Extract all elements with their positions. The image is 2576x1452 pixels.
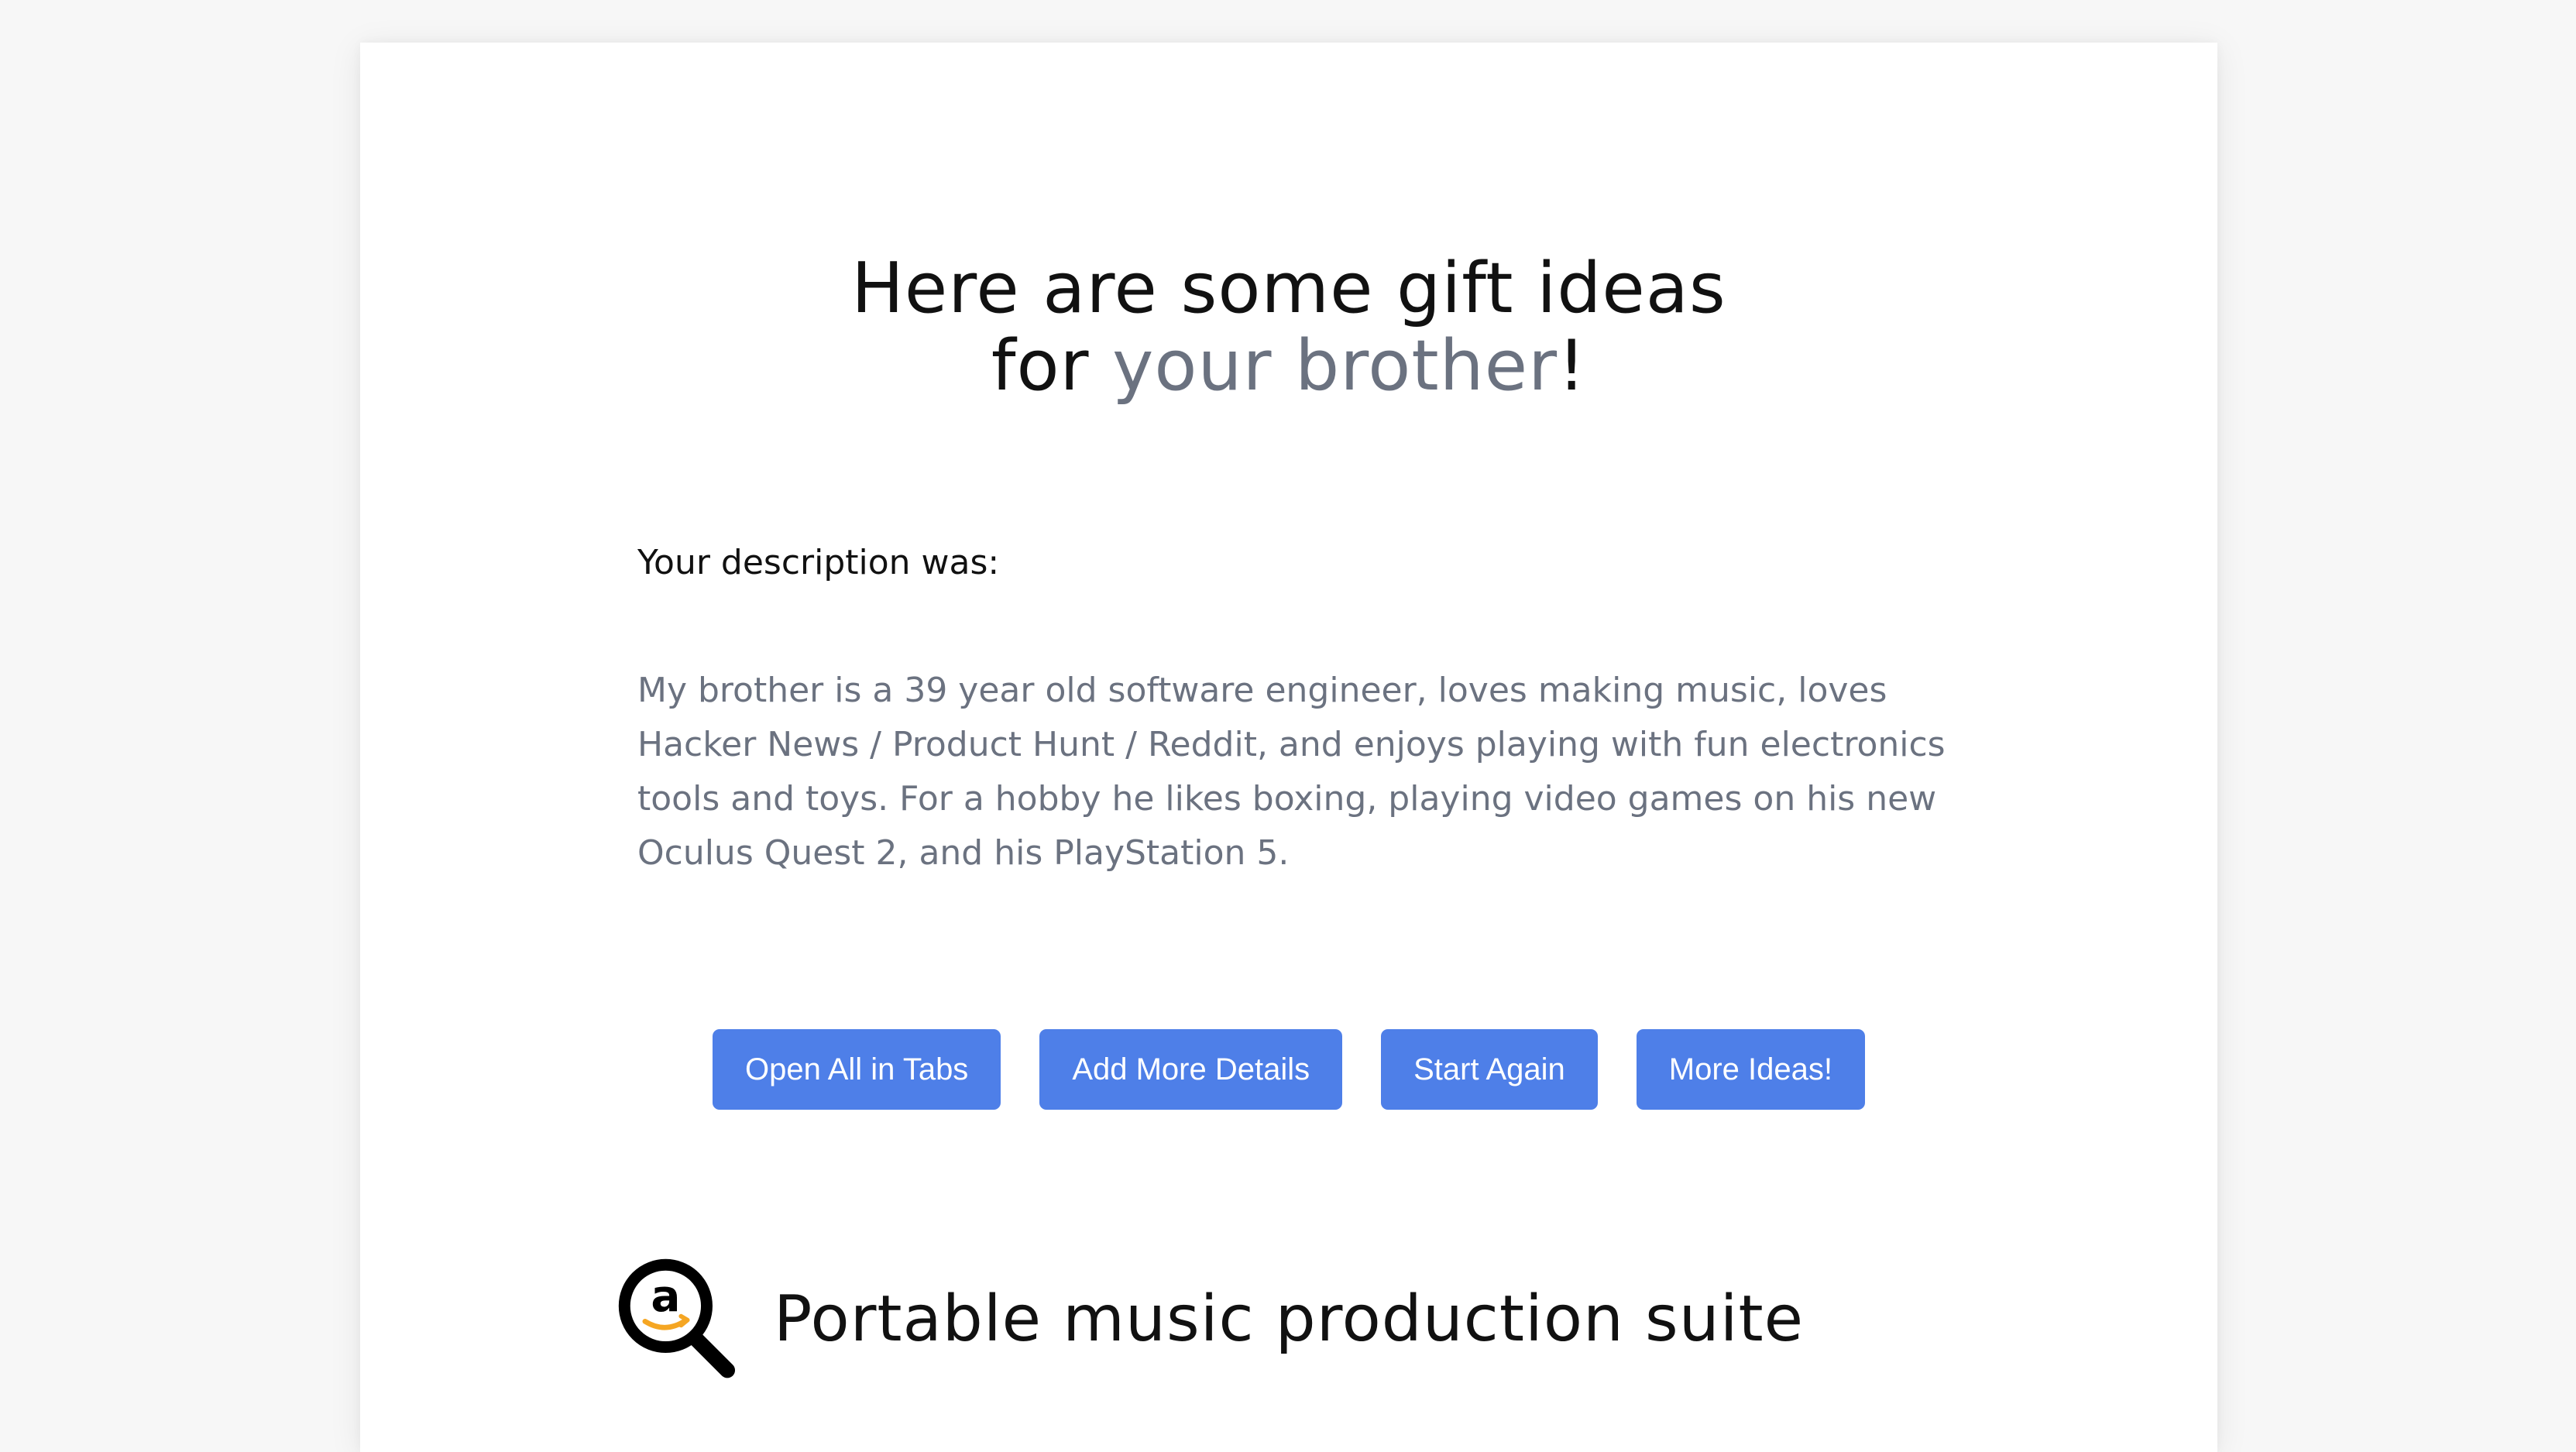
open-all-in-tabs-button[interactable]: Open All in Tabs: [712, 1029, 1001, 1110]
page-title: Here are some gift ideas for your brothe…: [360, 250, 2217, 405]
action-button-row: Open All in Tabs Add More Details Start …: [360, 1029, 2217, 1110]
start-again-button[interactable]: Start Again: [1381, 1029, 1598, 1110]
title-line-1: Here are some gift ideas: [851, 248, 1726, 329]
description-label: Your description was:: [637, 543, 1000, 582]
gift-idea-item[interactable]: a Portable music production suite: [614, 1255, 1804, 1383]
title-prefix: for: [991, 325, 1113, 407]
more-ideas-button[interactable]: More Ideas!: [1636, 1029, 1866, 1110]
gift-idea-title[interactable]: Portable music production suite: [774, 1282, 1804, 1356]
recipient-highlight: your brother: [1112, 325, 1558, 407]
results-card: Here are some gift ideas for your brothe…: [360, 43, 2217, 1452]
amazon-search-icon[interactable]: a: [614, 1255, 743, 1383]
title-suffix: !: [1558, 325, 1587, 407]
description-text: My brother is a 39 year old software eng…: [637, 671, 1946, 873]
add-more-details-button[interactable]: Add More Details: [1039, 1029, 1343, 1110]
svg-text:a: a: [651, 1272, 680, 1322]
